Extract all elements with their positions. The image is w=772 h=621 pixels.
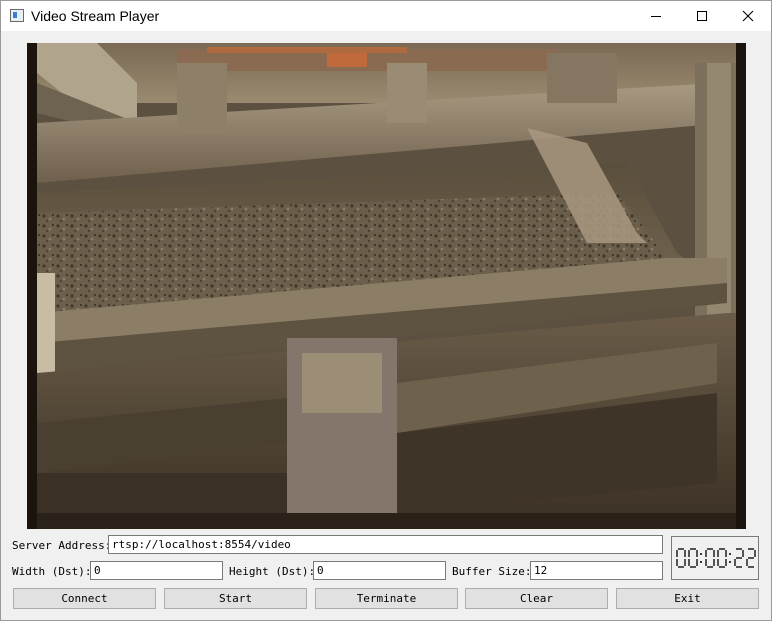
lcd-colon xyxy=(729,561,731,563)
server-address-label: Server Address: xyxy=(12,539,112,552)
close-button[interactable] xyxy=(725,1,771,31)
elapsed-time-display xyxy=(671,536,759,580)
title-bar[interactable]: Video Stream Player xyxy=(1,1,771,31)
app-window: Video Stream Player Server Address: rtsp… xyxy=(0,0,772,621)
width-dst-input[interactable]: 0 xyxy=(90,561,223,580)
height-dst-input[interactable]: 0 xyxy=(313,561,446,580)
lcd-clock xyxy=(676,548,756,568)
video-frame xyxy=(27,43,746,529)
minimize-icon xyxy=(651,16,661,17)
minimize-button[interactable] xyxy=(633,1,679,31)
clear-button[interactable]: Clear xyxy=(465,588,608,609)
height-dst-label: Height (Dst): xyxy=(229,565,316,578)
buffer-size-input[interactable]: 12 xyxy=(530,561,663,580)
maximize-icon xyxy=(697,11,707,21)
width-dst-label: Width (Dst): xyxy=(12,565,92,578)
terminate-button[interactable]: Terminate xyxy=(315,588,458,609)
video-display xyxy=(27,43,746,529)
close-icon xyxy=(742,10,754,22)
exit-button[interactable]: Exit xyxy=(616,588,759,609)
buffer-size-label: Buffer Size: xyxy=(452,565,532,578)
connect-button[interactable]: Connect xyxy=(13,588,156,609)
lcd-colon xyxy=(700,553,702,555)
maximize-button[interactable] xyxy=(679,1,725,31)
server-address-input[interactable]: rtsp://localhost:8554/video xyxy=(108,535,663,554)
window-title: Video Stream Player xyxy=(31,8,160,24)
lcd-colon xyxy=(700,561,702,563)
lcd-colon xyxy=(729,553,731,555)
start-button[interactable]: Start xyxy=(164,588,307,609)
app-icon xyxy=(10,9,24,22)
